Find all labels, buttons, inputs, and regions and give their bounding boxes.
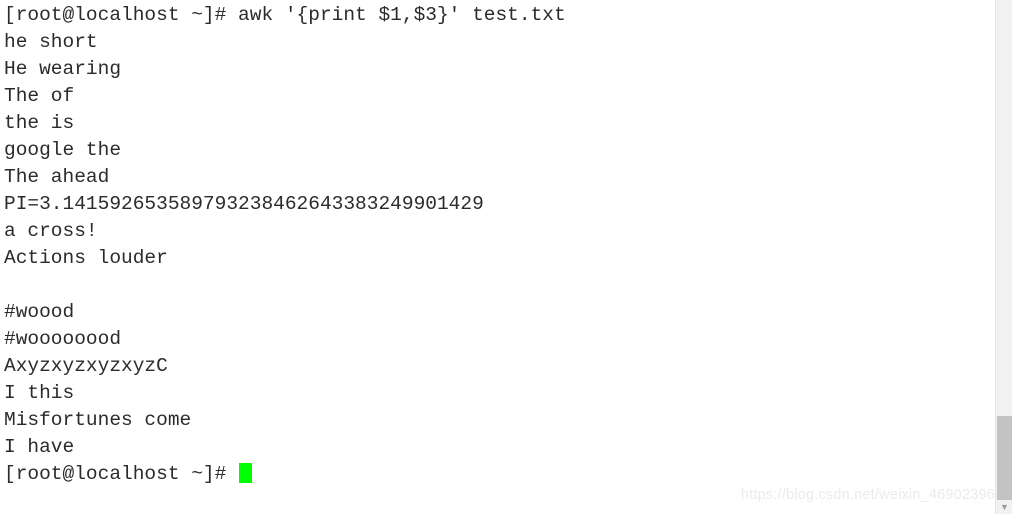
terminal-line-output: google the bbox=[4, 139, 122, 161]
terminal-line-output-pi: PI=3.14159265358979323846264338324990142… bbox=[4, 193, 484, 215]
terminal-line-output: he short bbox=[4, 31, 98, 53]
terminal-line-output: Actions louder bbox=[4, 247, 168, 269]
terminal-line-output: The ahead bbox=[4, 166, 110, 188]
terminal-line-output: the is bbox=[4, 112, 75, 134]
terminal-line-output: I have bbox=[4, 436, 75, 458]
terminal-window: [root@localhost ~]# awk '{print $1,$3}' … bbox=[0, 0, 1012, 514]
terminal-prompt-line[interactable]: [root@localhost ~]# bbox=[4, 461, 995, 488]
terminal-line-output: AxyzxyzxyzxyzC bbox=[4, 355, 168, 377]
shell-prompt: [root@localhost ~]# bbox=[4, 463, 239, 485]
scrollbar-thumb[interactable] bbox=[997, 416, 1012, 500]
terminal-line-output: I this bbox=[4, 382, 75, 404]
terminal-line-output: #woood bbox=[4, 301, 75, 323]
terminal-line-output: The of bbox=[4, 85, 75, 107]
terminal-line-output: He wearing bbox=[4, 58, 122, 80]
terminal-line-output: #woooooood bbox=[4, 328, 122, 350]
vertical-scrollbar[interactable]: ▼ bbox=[995, 0, 1012, 514]
terminal-line-output: a cross! bbox=[4, 220, 98, 242]
chevron-down-icon[interactable]: ▼ bbox=[996, 500, 1012, 514]
terminal-output-area[interactable]: [root@localhost ~]# awk '{print $1,$3}' … bbox=[0, 0, 995, 514]
terminal-line-output: Misfortunes come bbox=[4, 409, 192, 431]
terminal-line-command: [root@localhost ~]# awk '{print $1,$3}' … bbox=[4, 4, 566, 26]
terminal-cursor bbox=[239, 463, 253, 483]
